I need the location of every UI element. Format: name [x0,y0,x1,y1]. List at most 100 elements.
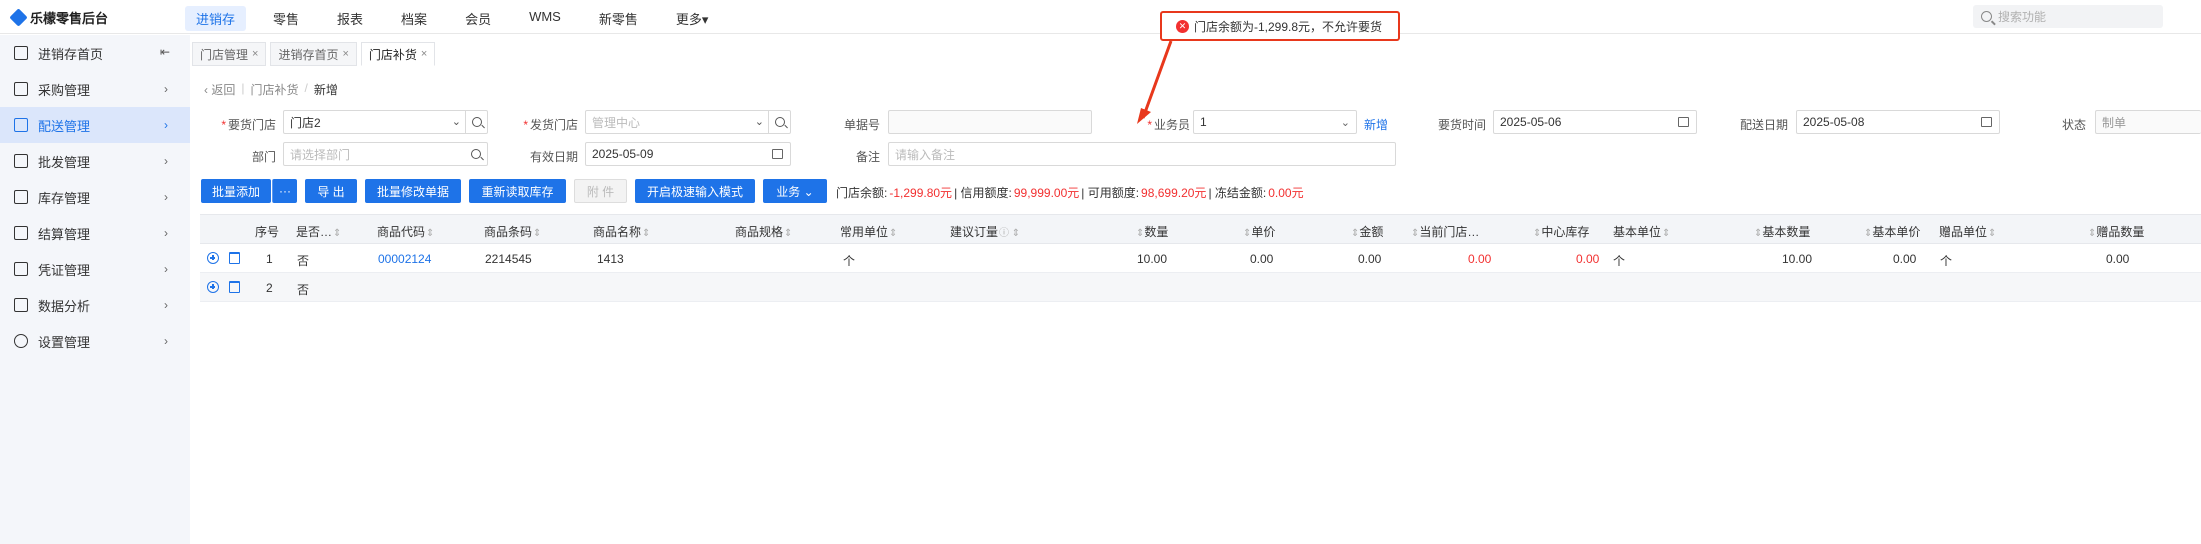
staff-select[interactable]: 1 ⌄ [1193,110,1357,134]
valid-date-label: 有效日期 [529,150,578,164]
add-row-icon[interactable] [207,281,219,293]
tab-jxc-home[interactable]: 进销存首页 × [270,42,357,66]
tab-store-management[interactable]: 门店管理 × [192,42,267,66]
reload-stock-button[interactable]: 重新读取库存 [469,179,566,203]
delete-row-icon[interactable] [229,281,240,293]
search-icon [774,117,785,127]
cell-qty[interactable]: 10.00 [1137,252,1167,266]
tab-store-replenish[interactable]: 门店补货 × [360,42,436,66]
th-amount[interactable]: ⇕金额 [1350,223,1383,240]
cell-seq: 2 [266,281,273,295]
search-icon [471,149,481,159]
close-icon[interactable]: × [252,48,258,60]
ship-store-search-button[interactable] [768,110,790,134]
th-gift-unit[interactable]: 赠品单位⇕ [1939,223,1996,240]
sidebar-item-analytics[interactable]: 数据分析 › [0,287,190,323]
doc-no-label: 单据号 [843,118,880,132]
req-store-search-button[interactable] [465,110,487,134]
th-unit[interactable]: 常用单位⇕ [840,223,897,240]
function-search-input[interactable]: 搜索功能 [1973,5,2163,28]
table-row[interactable]: 1 否 00002124 2214545 1413 个 10.00 0.00 0… [200,244,2201,273]
home-icon [14,46,28,60]
req-store-select[interactable]: 门店2 ⌄ [283,110,488,134]
valid-date-field[interactable]: 2025-05-09 [585,142,791,166]
collapse-icon[interactable]: ⇤ [160,45,170,59]
th-base-price[interactable]: ⇕基本单价 [1863,223,1920,240]
th-store-stock[interactable]: ⇕当前门店… [1410,223,1479,240]
sidebar-item-home[interactable]: 进销存首页 ⇤ [0,35,190,71]
available-label: | 可用额度: [1081,186,1140,200]
close-icon[interactable]: × [342,48,348,60]
topnav-item-wms[interactable]: WMS [518,6,572,31]
th-name[interactable]: 商品名称⇕ [593,223,650,240]
batch-add-more-button[interactable]: ··· [272,179,297,203]
back-link[interactable]: ‹ 返回 [204,81,235,98]
frozen-label: | 冻结金额: [1208,186,1267,200]
th-code[interactable]: 商品代码⇕ [377,223,434,240]
th-center-stock[interactable]: ⇕中心库存 [1532,223,1589,240]
sidebar-item-purchase[interactable]: 采购管理 › [0,71,190,107]
th-base-unit[interactable]: 基本单位⇕ [1613,223,1670,240]
cell-unit[interactable]: 个 [843,252,855,269]
th-price[interactable]: ⇕单价 [1242,223,1275,240]
cell-base-price: 0.00 [1893,252,1917,266]
batch-add-button[interactable]: 批量添加 [201,179,271,203]
dept-search-button[interactable] [465,142,487,166]
calendar-icon [1678,117,1689,127]
cell-base-unit: 个 [1613,254,1626,268]
sidebar-item-inventory[interactable]: 库存管理 › [0,179,190,215]
table-row[interactable]: 2 否 [200,273,2201,302]
chevron-right-icon: › [164,154,168,168]
toast-message: 门店余额为-1,299.8元，不允许要货 [1194,19,1383,34]
new-staff-link[interactable]: 新增 [1364,116,1388,133]
dept-select[interactable]: 请选择部门 [283,142,488,166]
breadcrumb-parent[interactable]: 门店补货 [250,81,298,98]
batch-edit-button[interactable]: 批量修改单据 [365,179,461,203]
store-balance-value: -1,299.80元 [889,186,953,200]
topnav-item-archives[interactable]: 档案 [390,6,438,31]
brand-name: 乐檬零售后台 [30,11,109,26]
brand[interactable]: 乐檬零售后台 [9,8,109,27]
close-icon[interactable]: × [421,48,427,60]
export-button[interactable]: 导 出 [305,179,357,203]
topnav-item-more[interactable]: 更多▾ [665,6,720,31]
attachment-button: 附 件 [574,179,627,203]
topnav-item-jxc[interactable]: 进销存 [185,6,247,31]
cell-name[interactable]: 1413 [597,252,624,266]
th-spec[interactable]: 商品规格⇕ [735,223,792,240]
settlement-icon [14,226,28,240]
cell-barcode[interactable]: 2214545 [485,252,532,266]
cell-flag[interactable]: 否 [297,281,309,298]
cell-flag[interactable]: 否 [297,252,309,269]
cell-gift-unit[interactable]: 个 [1940,252,1952,269]
th-suggest[interactable]: 建议订量ⓘ ⇕ [950,223,1020,240]
th-gift-qty[interactable]: ⇕赠品数量 [2087,223,2144,240]
cell-code[interactable]: 00002124 [378,252,431,266]
th-flag[interactable]: 是否…⇕ [296,223,341,240]
sidebar-item-wholesale[interactable]: 批发管理 › [0,143,190,179]
th-qty[interactable]: ⇕数量 [1135,223,1168,240]
business-dropdown-button[interactable]: 业务 ⌄ [763,179,827,203]
delivery-date-field[interactable]: 2025-05-08 [1796,110,2000,134]
remark-input[interactable]: 请输入备注 [888,142,1396,166]
topnav-item-retail[interactable]: 零售 [262,6,310,31]
cell-center-stock: 0.00 [1576,252,1600,266]
sidebar-item-label: 结算管理 [38,226,91,242]
delete-row-icon[interactable] [229,252,240,264]
sidebar-item-voucher[interactable]: 凭证管理 › [0,251,190,287]
th-barcode[interactable]: 商品条码⇕ [484,223,541,240]
topnav-item-reports[interactable]: 报表 [326,6,374,31]
fast-input-mode-button[interactable]: 开启极速输入模式 [635,179,755,203]
sidebar-item-settings[interactable]: 设置管理 › [0,323,190,359]
cell-gift-qty[interactable]: 0.00 [2106,252,2129,266]
sidebar-item-settlement[interactable]: 结算管理 › [0,215,190,251]
sidebar-item-delivery[interactable]: 配送管理 › [0,107,190,143]
add-row-icon[interactable] [207,252,219,264]
ship-store-select[interactable]: 管理中心 ⌄ [585,110,791,134]
th-base-qty[interactable]: ⇕基本数量 [1753,223,1810,240]
cell-price[interactable]: 0.00 [1250,252,1273,266]
th-seq: 序号 [255,225,280,239]
topnav-item-members[interactable]: 会员 [454,6,502,31]
topnav-item-new-retail[interactable]: 新零售 [588,6,649,31]
req-time-field[interactable]: 2025-05-06 [1493,110,1697,134]
